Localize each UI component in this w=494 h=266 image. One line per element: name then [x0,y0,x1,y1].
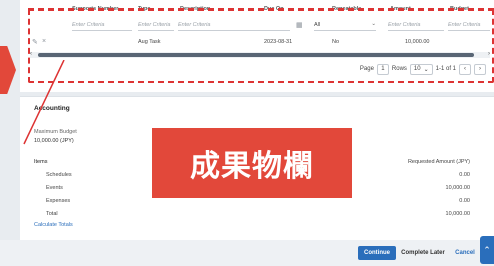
overlay-text: 成果物欄 [190,150,314,183]
complete-later-button[interactable]: Complete Later [399,246,447,260]
row-value: 0.00 [459,198,470,204]
continue-button[interactable]: Continue [358,246,396,260]
deliverables-overlay-label: 成果物欄 [152,128,352,198]
accounting-row: Expenses 0.00 [34,198,470,208]
row-value: 10,000.00 [445,211,470,217]
scroll-top-button[interactable]: ⌃ [480,236,494,264]
callout-pointer-line [23,60,65,145]
cancel-button[interactable]: Cancel [450,246,480,260]
row-name: Expenses [46,198,71,204]
row-name: Events [46,185,63,191]
accounting-row: Total 10,000.00 [34,211,470,221]
requested-amount-header: Requested Amount (JPY) [407,159,470,165]
row-value: 10,000.00 [445,185,470,191]
row-name: Schedules [46,172,72,178]
items-header: Items [34,159,48,165]
chevron-up-icon: ⌃ [483,244,491,255]
row-value: 0.00 [459,172,470,178]
callout-arrow [0,46,16,94]
row-name: Total [46,211,58,217]
calculate-totals-link[interactable]: Calculate Totals [34,222,73,228]
highlight-frame [28,9,494,83]
